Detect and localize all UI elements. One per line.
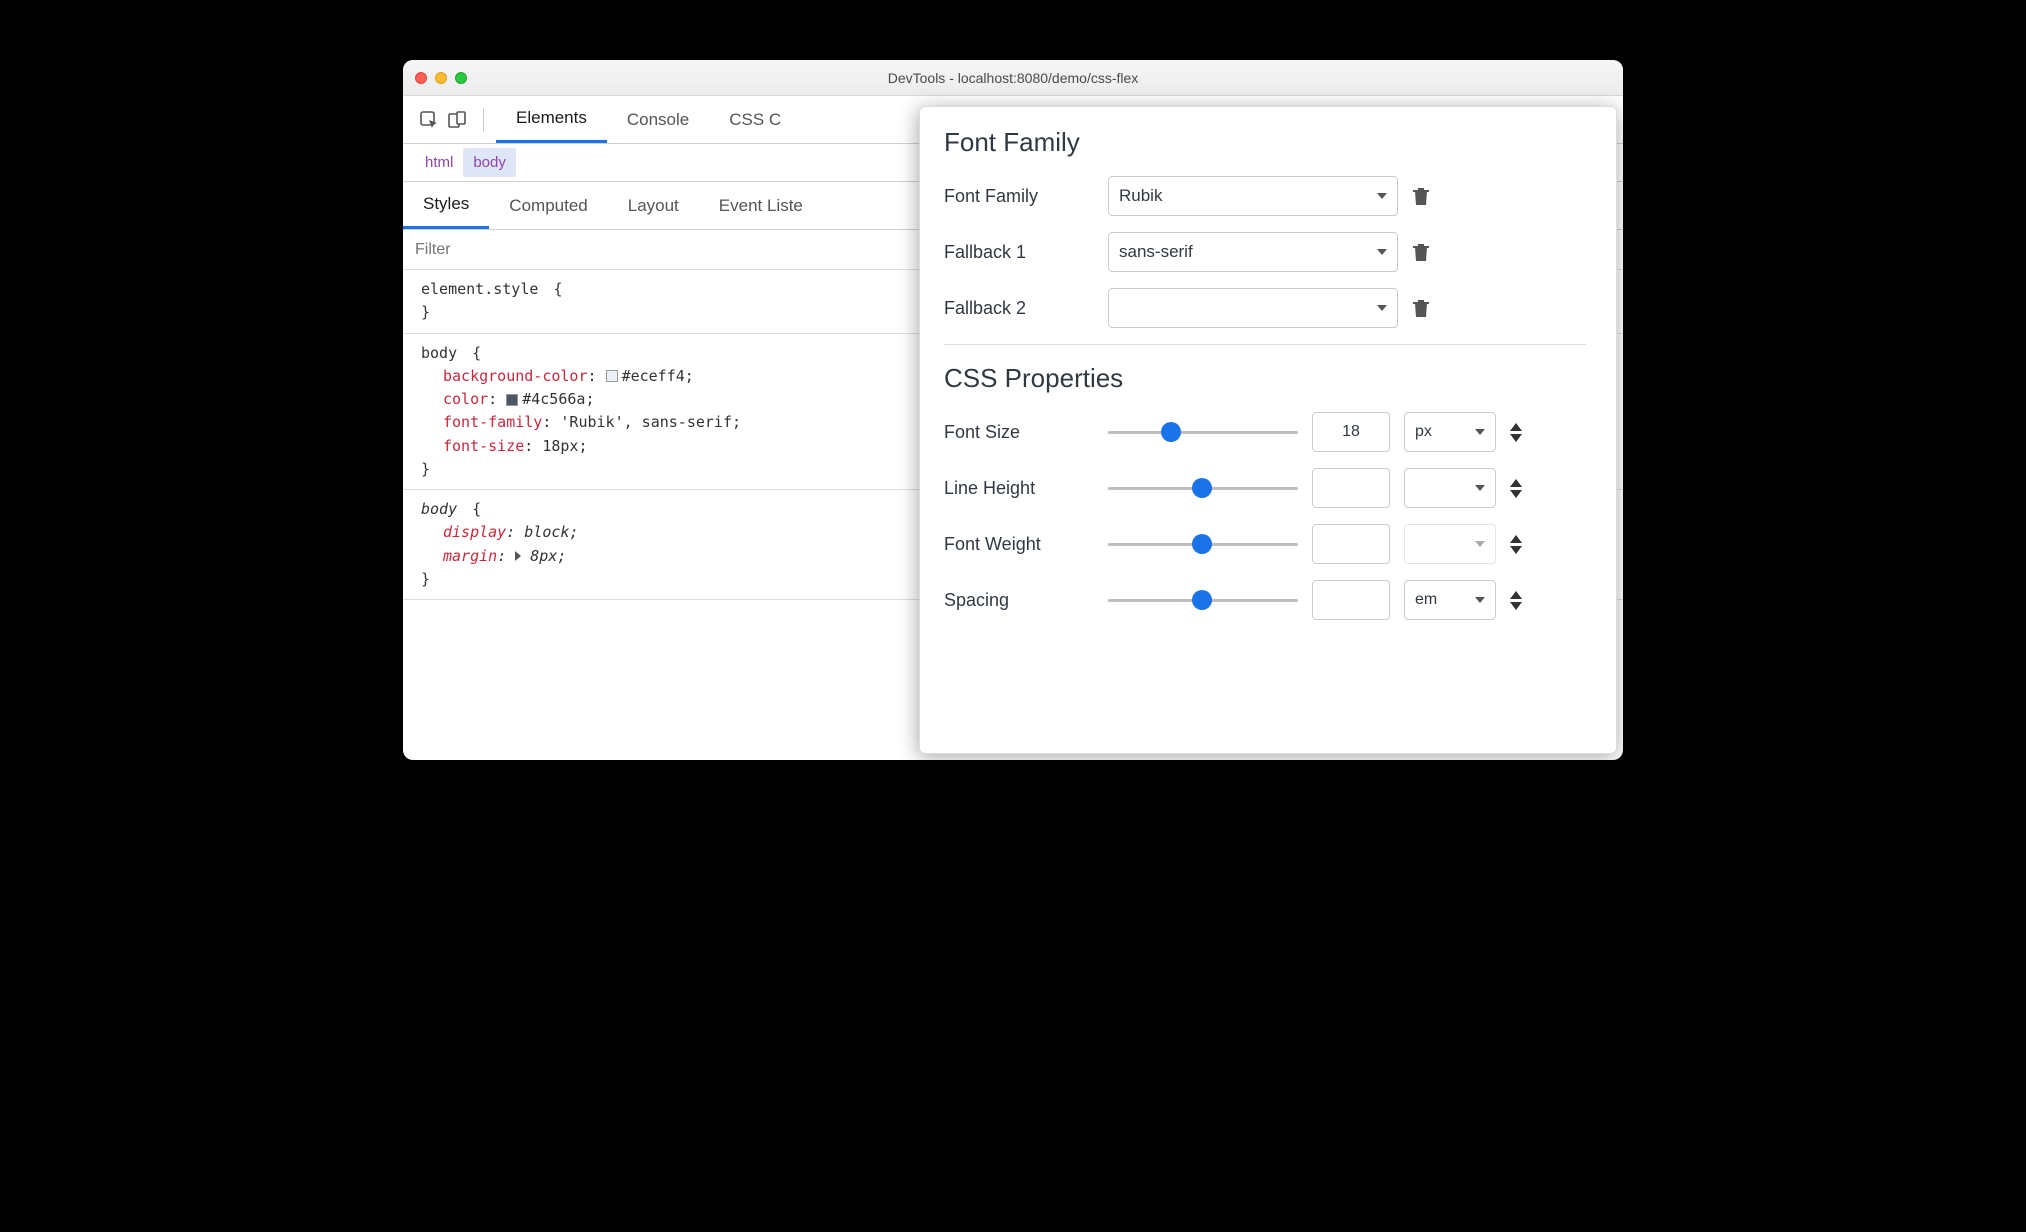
- panel-divider: [944, 344, 1586, 345]
- fallback-2-select[interactable]: [1108, 288, 1398, 328]
- spacing-row: Spacing em: [944, 580, 1584, 620]
- window-titlebar: DevTools - localhost:8080/demo/css-flex: [403, 60, 1623, 96]
- breadcrumb-html[interactable]: html: [415, 148, 463, 177]
- font-family-select[interactable]: Rubik: [1108, 176, 1398, 216]
- subtab-computed[interactable]: Computed: [489, 182, 607, 229]
- font-editor-panel: Font Family Font Family Rubik Fallback 1…: [919, 106, 1617, 754]
- line-height-slider[interactable]: [1108, 476, 1298, 500]
- zoom-window-button[interactable]: [455, 72, 467, 84]
- minimize-window-button[interactable]: [435, 72, 447, 84]
- font-size-label: Font Size: [944, 422, 1094, 443]
- spacing-label: Spacing: [944, 590, 1094, 611]
- spacing-unit-select[interactable]: em: [1404, 580, 1496, 620]
- line-height-row: Line Height: [944, 468, 1584, 508]
- font-weight-unit-select[interactable]: [1404, 524, 1496, 564]
- rule-selector[interactable]: body: [421, 344, 457, 362]
- font-size-stepper[interactable]: [1510, 423, 1522, 442]
- toolbar-divider: [483, 108, 484, 132]
- line-height-unit-select[interactable]: [1404, 468, 1496, 508]
- rule-selector[interactable]: element.style: [421, 280, 538, 298]
- delete-font-family-button[interactable]: [1412, 186, 1430, 206]
- line-height-label: Line Height: [944, 478, 1094, 499]
- window-title: DevTools - localhost:8080/demo/css-flex: [403, 70, 1623, 86]
- tab-console[interactable]: Console: [607, 96, 709, 143]
- color-swatch[interactable]: [606, 370, 618, 382]
- devtools-window: DevTools - localhost:8080/demo/css-flex …: [403, 60, 1623, 760]
- chevron-down-icon: [1475, 597, 1485, 603]
- inspect-element-icon[interactable]: [415, 106, 443, 134]
- font-family-row: Font Family Rubik: [944, 176, 1584, 216]
- delete-fallback-1-button[interactable]: [1412, 242, 1430, 262]
- device-toggle-icon[interactable]: [443, 106, 471, 134]
- chevron-down-icon: [1475, 485, 1485, 491]
- font-weight-slider[interactable]: [1108, 532, 1298, 556]
- chevron-down-icon: [1377, 193, 1387, 199]
- traffic-lights: [403, 72, 467, 84]
- tab-elements[interactable]: Elements: [496, 96, 607, 143]
- font-family-label: Font Family: [944, 186, 1094, 207]
- chevron-down-icon: [1475, 429, 1485, 435]
- font-family-heading: Font Family: [944, 127, 1584, 158]
- font-editor-scroll[interactable]: Font Family Font Family Rubik Fallback 1…: [944, 127, 1592, 743]
- css-properties-heading: CSS Properties: [944, 363, 1584, 394]
- fallback-2-row: Fallback 2: [944, 288, 1584, 328]
- fallback-2-label: Fallback 2: [944, 298, 1094, 319]
- expand-shorthand-icon[interactable]: [515, 551, 526, 561]
- subtab-layout[interactable]: Layout: [608, 182, 699, 229]
- chevron-down-icon: [1475, 541, 1485, 547]
- font-weight-label: Font Weight: [944, 534, 1094, 555]
- fallback-1-label: Fallback 1: [944, 242, 1094, 263]
- line-height-stepper[interactable]: [1510, 479, 1522, 498]
- color-swatch[interactable]: [506, 394, 518, 406]
- font-weight-stepper[interactable]: [1510, 535, 1522, 554]
- font-weight-input[interactable]: [1312, 524, 1390, 564]
- font-size-input[interactable]: 18: [1312, 412, 1390, 452]
- close-window-button[interactable]: [415, 72, 427, 84]
- tab-css-overview-cut[interactable]: CSS C: [709, 96, 801, 143]
- font-size-unit-select[interactable]: px: [1404, 412, 1496, 452]
- chevron-down-icon: [1377, 249, 1387, 255]
- fallback-1-row: Fallback 1 sans-serif: [944, 232, 1584, 272]
- fallback-1-select[interactable]: sans-serif: [1108, 232, 1398, 272]
- fallback-1-value: sans-serif: [1119, 242, 1193, 262]
- spacing-stepper[interactable]: [1510, 591, 1522, 610]
- font-weight-row: Font Weight: [944, 524, 1584, 564]
- line-height-input[interactable]: [1312, 468, 1390, 508]
- delete-fallback-2-button[interactable]: [1412, 298, 1430, 318]
- spacing-slider[interactable]: [1108, 588, 1298, 612]
- font-size-slider[interactable]: [1108, 420, 1298, 444]
- subtab-styles[interactable]: Styles: [403, 182, 489, 229]
- font-family-value: Rubik: [1119, 186, 1162, 206]
- spacing-input[interactable]: [1312, 580, 1390, 620]
- rule-selector[interactable]: body: [421, 500, 457, 518]
- font-size-row: Font Size 18 px: [944, 412, 1584, 452]
- chevron-down-icon: [1377, 305, 1387, 311]
- breadcrumb-body[interactable]: body: [463, 148, 516, 177]
- subtab-event-listeners-cut[interactable]: Event Liste: [699, 182, 823, 229]
